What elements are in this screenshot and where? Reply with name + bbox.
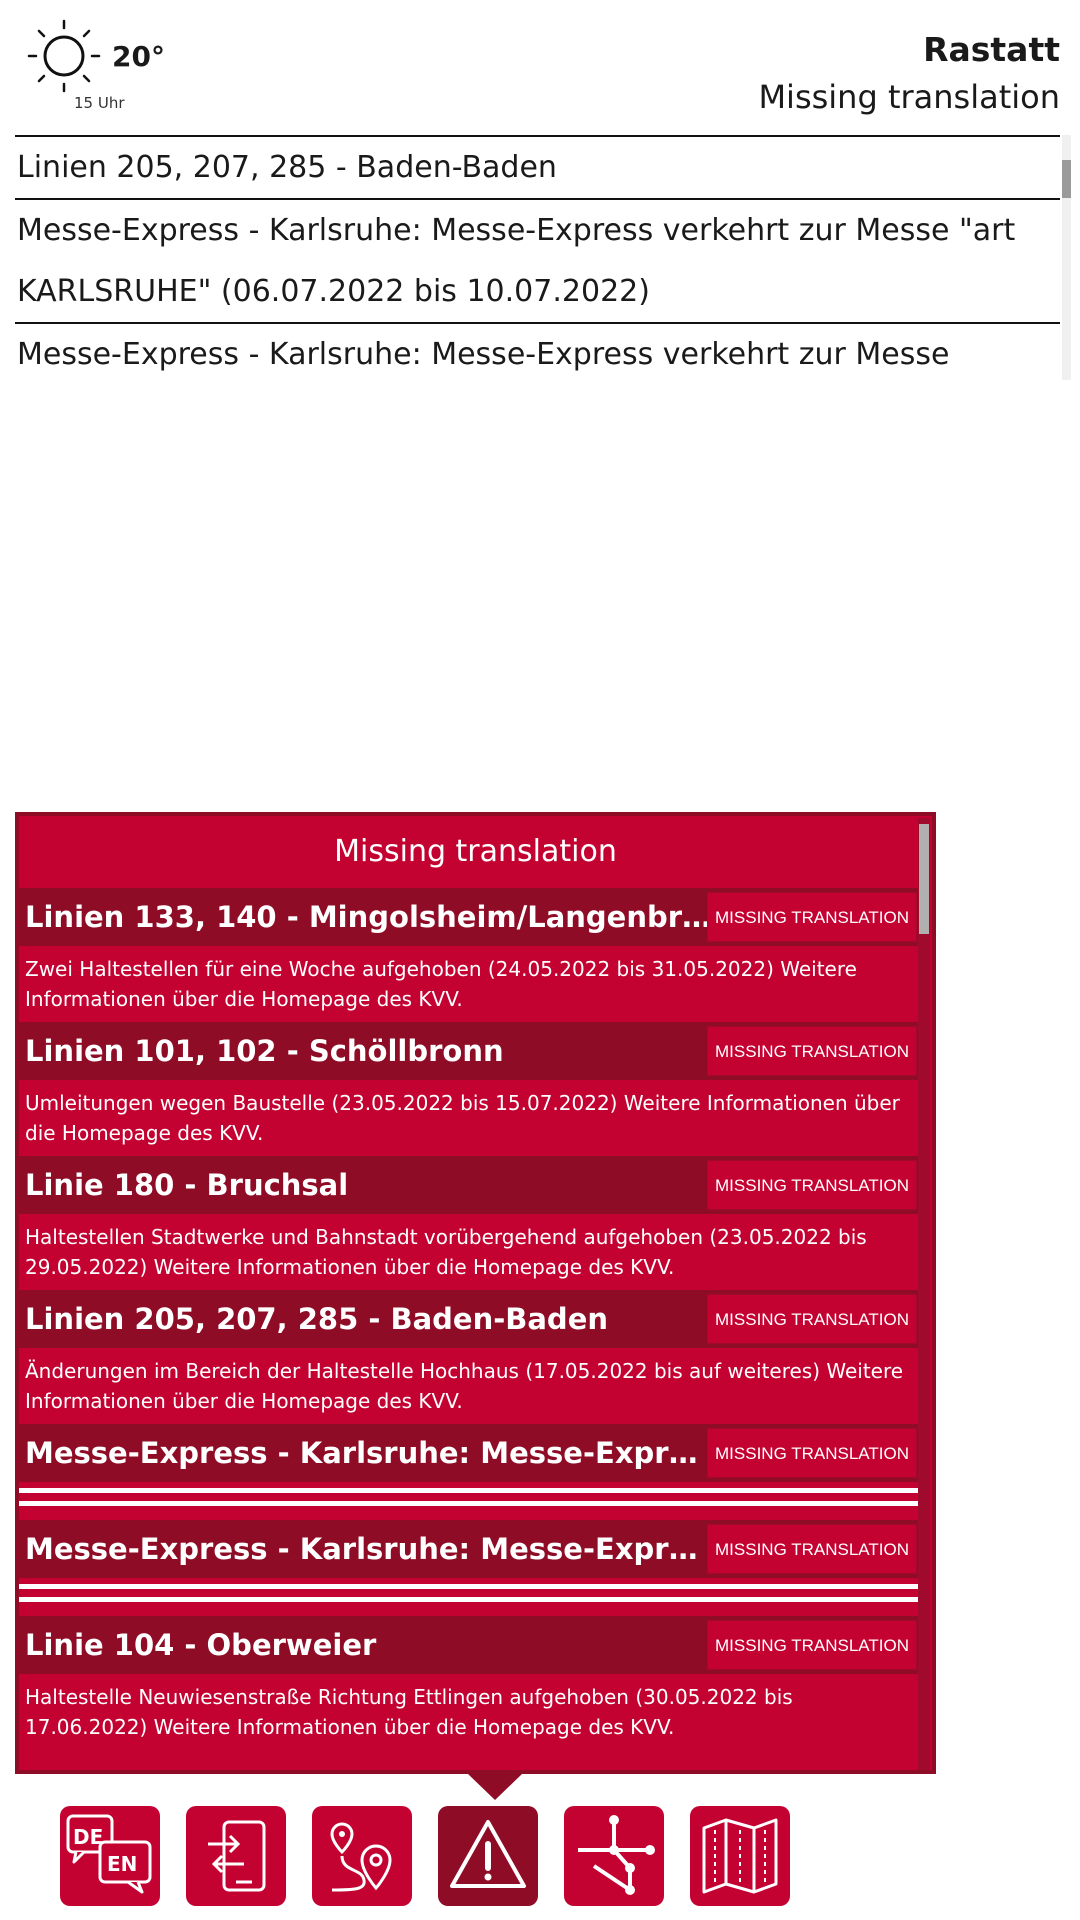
network-map-icon <box>578 1815 655 1895</box>
ticker-scrollbar[interactable] <box>1062 135 1071 380</box>
alert-translate-button[interactable]: MISSING TRANSLATION <box>707 1294 917 1344</box>
route-button[interactable] <box>312 1806 412 1906</box>
news-ticker[interactable]: Linien 205, 207, 285 - Baden-Baden Messe… <box>15 135 1060 380</box>
alert-title: Messe-Express - Karlsruhe: Messe-Express <box>25 1436 715 1470</box>
network-button[interactable] <box>564 1806 664 1906</box>
alert-header: Linien 133, 140 - Mingolsheim/Langenbrüc… <box>19 888 919 946</box>
alert-item[interactable]: Linien 101, 102 - Schöllbronn MISSING TR… <box>19 1022 919 1156</box>
alert-body: Zwei Haltestellen für eine Woche aufgeho… <box>19 946 919 1022</box>
alert-translate-button[interactable]: MISSING TRANSLATION <box>707 1026 917 1076</box>
alert-body-empty <box>19 1482 919 1520</box>
alert-item[interactable]: Linie 104 - Oberweier MISSING TRANSLATIO… <box>19 1616 919 1750</box>
alert-item[interactable]: Linien 205, 207, 285 - Baden-Baden MISSI… <box>19 1290 919 1424</box>
alert-list[interactable]: Linien 133, 140 - Mingolsheim/Langenbrüc… <box>19 888 919 1750</box>
alert-translate-button[interactable]: MISSING TRANSLATION <box>707 1524 917 1574</box>
alert-body: Haltestellen Stadtwerke und Bahnstadt vo… <box>19 1214 919 1290</box>
alert-title: Messe-Express - Karlsruhe: Messe-Express <box>25 1532 715 1566</box>
temperature: 20° <box>112 40 165 73</box>
ticker-row-line: KARLSRUHE" (06.07.2022 bis 10.07.2022) <box>17 274 650 309</box>
alert-header: Linie 180 - Bruchsal MISSING TRANSLATION <box>19 1156 919 1214</box>
lang-de-label: DE <box>73 1825 103 1849</box>
language-de-en-icon: DE EN <box>66 1814 152 1894</box>
alert-translate-button[interactable]: MISSING TRANSLATION <box>707 1160 917 1210</box>
ticker-row: Messe-Express - Karlsruhe: Messe-Express… <box>15 198 1060 322</box>
language-button[interactable]: DE EN <box>60 1806 160 1906</box>
alert-item[interactable]: Messe-Express - Karlsruhe: Messe-Express… <box>19 1424 919 1520</box>
sun-icon <box>27 19 101 93</box>
alert-item[interactable]: Messe-Express - Karlsruhe: Messe-Express… <box>19 1520 919 1616</box>
divider <box>19 1584 919 1589</box>
weather-widget: 20° 15 Uhr <box>24 16 184 116</box>
warning-icon <box>450 1820 526 1888</box>
panel-scrollbar-thumb[interactable] <box>919 824 929 934</box>
disruptions-button[interactable] <box>438 1806 538 1906</box>
alert-item[interactable]: Linie 180 - Bruchsal MISSING TRANSLATION… <box>19 1156 919 1290</box>
alert-body: Haltestelle Neuwiesenstraße Richtung Ett… <box>19 1674 919 1750</box>
divider <box>19 1488 919 1493</box>
alert-translate-button[interactable]: MISSING TRANSLATION <box>707 1620 917 1670</box>
alert-title: Linien 133, 140 - Mingolsheim/Langenbrüc… <box>25 900 715 934</box>
panel-pointer-arrow <box>468 1774 522 1800</box>
ticker-row: Messe-Express - Karlsruhe: Messe-Express… <box>15 322 1060 380</box>
alert-header: Linie 104 - Oberweier MISSING TRANSLATIO… <box>19 1616 919 1674</box>
divider <box>19 1597 919 1602</box>
alert-title: Linien 101, 102 - Schöllbronn <box>25 1034 504 1068</box>
panel-title: Missing translation <box>334 834 617 869</box>
disruptions-panel: Missing translation Linien 133, 140 - Mi… <box>15 812 936 1774</box>
alert-item[interactable]: Linien 133, 140 - Mingolsheim/Langenbrüc… <box>19 888 919 1022</box>
city-map-icon <box>702 1818 778 1894</box>
alert-header: Linien 205, 207, 285 - Baden-Baden MISSI… <box>19 1290 919 1348</box>
alert-title: Linie 104 - Oberweier <box>25 1628 377 1662</box>
divider <box>19 1501 919 1506</box>
lang-en-label: EN <box>107 1852 137 1876</box>
alert-body-empty <box>19 1578 919 1616</box>
alert-title: Linien 205, 207, 285 - Baden-Baden <box>25 1302 609 1336</box>
ticker-row: Linien 205, 207, 285 - Baden-Baden <box>15 135 1060 198</box>
alert-translate-button[interactable]: MISSING TRANSLATION <box>707 1428 917 1478</box>
alert-title: Linie 180 - Bruchsal <box>25 1168 349 1202</box>
forecast-hour: 15 Uhr <box>74 94 125 112</box>
ticker-scrollbar-thumb[interactable] <box>1062 160 1071 198</box>
alert-header: Messe-Express - Karlsruhe: Messe-Express… <box>19 1424 919 1482</box>
alert-body: Änderungen im Bereich der Haltestelle Ho… <box>19 1348 919 1424</box>
departures-button[interactable] <box>186 1806 286 1906</box>
city-name: Rastatt <box>923 30 1060 69</box>
ticker-row-line: Messe-Express - Karlsruhe: Messe-Express… <box>17 213 1016 248</box>
alert-body: Umleitungen wegen Baustelle (23.05.2022 … <box>19 1080 919 1156</box>
alert-header: Messe-Express - Karlsruhe: Messe-Express… <box>19 1520 919 1578</box>
panel-scrollbar[interactable] <box>918 818 930 1770</box>
alert-header: Linien 101, 102 - Schöllbronn MISSING TR… <box>19 1022 919 1080</box>
departures-icon <box>208 1820 266 1892</box>
alert-translate-button[interactable]: MISSING TRANSLATION <box>707 892 917 942</box>
city-subtitle: Missing translation <box>758 78 1060 116</box>
map-button[interactable] <box>690 1806 790 1906</box>
route-pin-icon <box>330 1822 392 1892</box>
bottom-nav: DE EN <box>0 1800 1080 1920</box>
